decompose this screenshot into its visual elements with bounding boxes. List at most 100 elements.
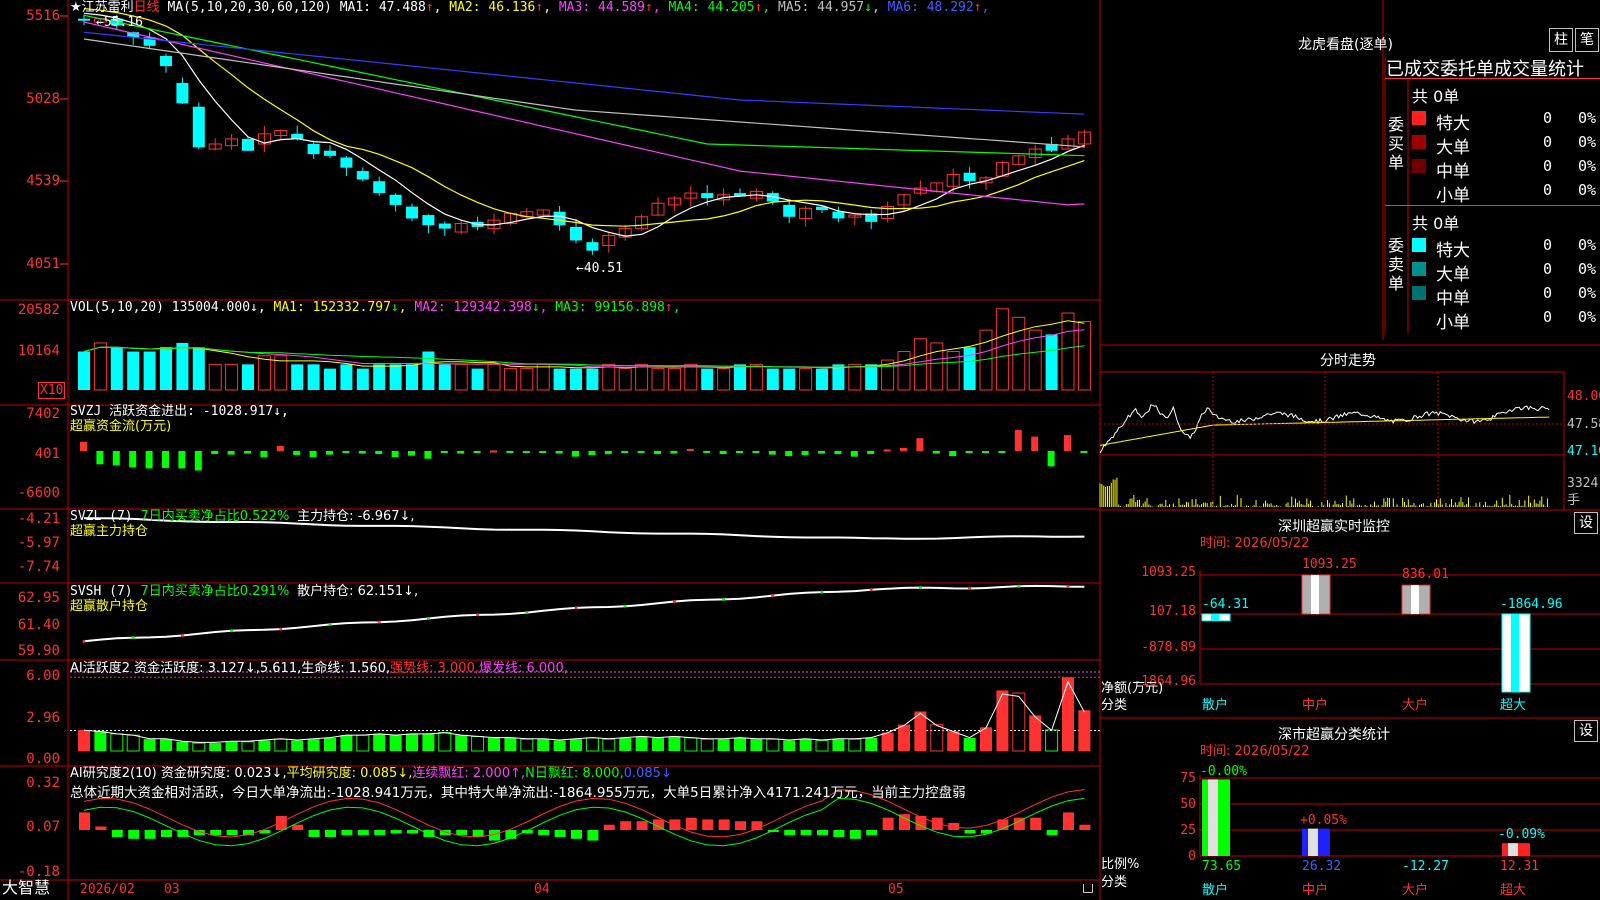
flow-bar: [211, 451, 219, 455]
research-bar: [620, 821, 632, 830]
main-y-label: 5516: [26, 8, 60, 24]
research-bar: [882, 817, 894, 830]
flow-bar: [850, 451, 858, 457]
main-y-label: 5028: [26, 91, 60, 107]
volume-bar: [340, 364, 353, 390]
volume-bar: [930, 342, 944, 391]
monitor-y-label: 107.18: [1149, 604, 1196, 619]
flow-bar: [982, 451, 989, 454]
activity-bar: [898, 724, 910, 751]
classify-settings-button[interactable]: 设: [1574, 720, 1598, 742]
svzj-y-label: 7402: [26, 406, 60, 422]
svzl-subtitle: 超赢主力持仓: [70, 524, 149, 539]
order-percent: 0%: [1578, 181, 1597, 199]
sell-orders-block: 共 0单 委卖单 特大 0 0% 大单 0 0% 中单 0 0% 小单 0 0%: [1385, 205, 1600, 334]
svsh-dot: [1017, 584, 1021, 588]
research-bar: [1030, 817, 1042, 830]
svsh-dot: [279, 627, 283, 631]
flow-bar: [424, 451, 432, 459]
svsh-dot: [82, 639, 86, 643]
classify-top-label: -0.00%: [1200, 764, 1247, 779]
volume-bar: [865, 364, 878, 390]
monitor-settings-button[interactable]: 设: [1574, 512, 1598, 534]
volume-bar: [406, 364, 418, 390]
flow-bar: [572, 451, 579, 457]
order-count: 0: [1543, 109, 1553, 127]
activity-bar: [865, 737, 878, 751]
chart-canvas[interactable]: [0, 0, 1600, 900]
flow-bar: [883, 449, 891, 452]
svzl-y-label: -4.21: [17, 511, 60, 527]
activity-bar: [585, 737, 599, 752]
ma-legend-item: MA3: 99156.898↑,: [555, 300, 681, 315]
legend-swatch: [1412, 286, 1426, 300]
order-type-label: 特大: [1436, 241, 1470, 261]
flow-bar: [227, 451, 235, 455]
monitor-value: -1864.96: [1500, 597, 1563, 612]
intraday-title: 分时走势: [1320, 353, 1376, 369]
activity-bar: [78, 729, 90, 751]
flow-bar: [621, 451, 629, 453]
order-type-label: 小单: [1436, 313, 1470, 333]
monitor-value: -64.31: [1202, 597, 1249, 612]
order-percent: 0%: [1578, 284, 1597, 302]
activity-bar: [881, 732, 894, 751]
activity-bar: [668, 736, 681, 751]
research-bar: [866, 830, 878, 836]
research-bar: [800, 830, 812, 836]
activity-bar: [241, 741, 255, 752]
svsh-dot: [771, 594, 775, 598]
candle-down: [783, 204, 796, 217]
classify-bar-highlight: [1308, 828, 1318, 856]
bar-view-button[interactable]: 柱: [1549, 28, 1573, 52]
flow-bar: [916, 438, 924, 451]
volume-bar: [389, 364, 402, 390]
flow-bar: [96, 451, 104, 465]
research-bar: [128, 830, 140, 839]
svsh-dot: [377, 620, 381, 624]
volume-bar: [373, 364, 386, 390]
flow-bar: [998, 451, 1006, 453]
volume-bar: [897, 351, 911, 391]
research-bar: [538, 830, 550, 836]
tick-view-button[interactable]: 笔: [1575, 28, 1599, 52]
research-bar: [554, 830, 566, 838]
activity-bar: [520, 738, 534, 752]
volume-bar: [242, 364, 254, 390]
monitor-time: 时间: 2026/05/22: [1200, 536, 1310, 551]
volume-bar: [1077, 321, 1091, 391]
svsh-dot: [131, 636, 135, 640]
classify-top-label: +0.05%: [1300, 813, 1347, 828]
ma-legend-item: MA1: 47.488↑,: [339, 0, 450, 15]
volume-bar: [471, 368, 484, 390]
svsh-dot: [525, 611, 529, 615]
research-bar: [587, 830, 599, 841]
research-bar: [817, 830, 828, 836]
classify-bar-highlight: [1508, 843, 1518, 856]
classify-value: 12.31: [1500, 859, 1540, 874]
flow-bar: [391, 451, 399, 458]
legend-swatch: [1412, 262, 1426, 276]
activity-bar: [717, 739, 730, 751]
activity-bar: [176, 741, 189, 751]
monitor-cat: 散户: [1202, 698, 1229, 713]
order-type-label: 特大: [1436, 114, 1470, 134]
activity-bar: [373, 733, 386, 751]
classify-y-label: 25: [1180, 823, 1196, 838]
vol-header: VOL(5,10,20) 135004.000↓, MA1: 152332.79…: [70, 301, 681, 315]
ma120-line: [83, 31, 1085, 115]
activity-bar: [914, 711, 927, 751]
volume-bar: [667, 368, 681, 391]
classify-bar-highlight: [1208, 779, 1218, 856]
research-bar: [718, 819, 730, 830]
flow-bar: [703, 451, 711, 453]
order-count: 0: [1543, 260, 1553, 278]
activity-bar: [1062, 677, 1074, 751]
volume-bar: [536, 363, 550, 391]
svzj-subtitle: 超赢资金流(万元): [70, 419, 172, 434]
volume-bar: [93, 342, 107, 391]
flow-bar: [686, 448, 694, 451]
svsh-dot: [180, 633, 184, 637]
monitor-bar-highlight: [1411, 585, 1419, 614]
lock-icon[interactable]: [1083, 884, 1093, 893]
